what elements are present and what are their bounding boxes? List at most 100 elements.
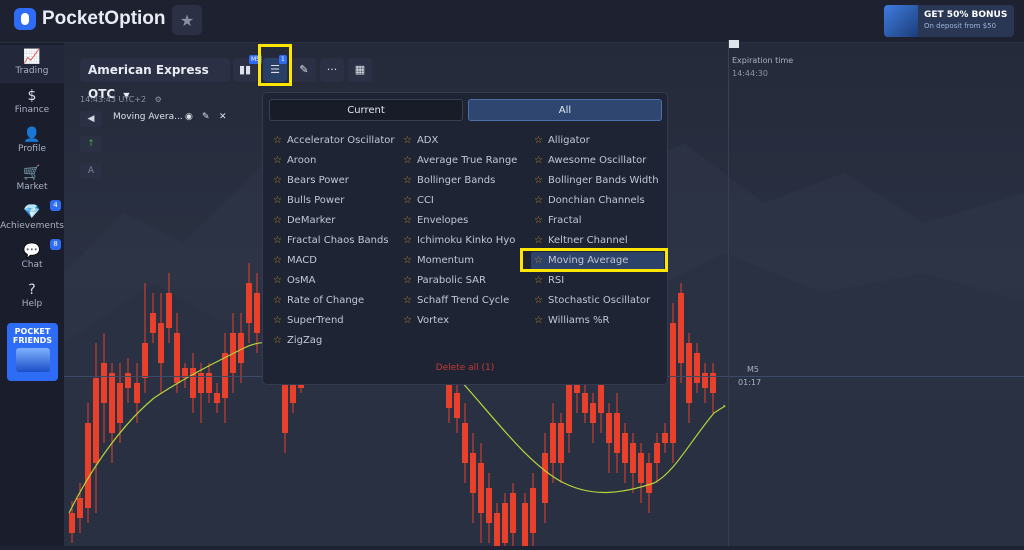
indicator-label: Fractal Chaos Bands	[286, 235, 389, 246]
indicator-item[interactable]: ☆ Bollinger Bands Width	[534, 172, 659, 190]
star-icon[interactable]: ☆	[534, 275, 543, 286]
layout-grid-button[interactable]: ▦	[348, 58, 372, 82]
indicator-item[interactable]: ☆ Fractal	[534, 212, 582, 230]
sidebar-item-market[interactable]: 🛒 Market	[0, 164, 64, 192]
asset-selector[interactable]: American Express OTC ▼	[80, 58, 230, 101]
sidebar-item-help[interactable]: ? Help	[0, 281, 64, 309]
star-icon[interactable]: ☆	[273, 235, 282, 246]
indicator-item[interactable]: ☆ ZigZag	[273, 332, 322, 350]
indicator-item[interactable]: ☆ OsMA	[273, 272, 316, 290]
star-icon[interactable]: ☆	[403, 135, 412, 146]
sidebar-item-finance[interactable]: $ Finance	[0, 87, 64, 115]
star-icon[interactable]: ☆	[403, 155, 412, 166]
star-icon[interactable]: ☆	[403, 255, 412, 266]
indicator-item[interactable]: ☆ Parabolic SAR	[403, 272, 486, 290]
star-icon[interactable]: ☆	[273, 215, 282, 226]
pencil-icon[interactable]: ✎	[202, 112, 210, 122]
drawing-tools-button[interactable]: ✎	[292, 58, 316, 82]
indicator-item[interactable]: ☆ Average True Range	[403, 152, 517, 170]
gear-icon[interactable]: ⚙	[155, 95, 162, 104]
star-icon[interactable]: ☆	[534, 315, 543, 326]
star-icon[interactable]: ☆	[403, 315, 412, 326]
candle-body	[654, 443, 660, 463]
indicator-item[interactable]: ☆ Schaff Trend Cycle	[403, 292, 509, 310]
indicator-item[interactable]: ☆ ADX	[403, 132, 438, 150]
indicator-item[interactable]: ☆ Accelerator Oscillator	[273, 132, 394, 150]
indicator-item[interactable]: ☆ Aroon	[273, 152, 316, 170]
text-tool-button[interactable]: A	[80, 163, 102, 179]
sidebar-item-label: Finance	[14, 105, 50, 115]
star-icon[interactable]: ☆	[534, 135, 543, 146]
star-icon[interactable]: ☆	[403, 215, 412, 226]
candle-body	[614, 413, 620, 453]
star-icon[interactable]: ☆	[273, 275, 282, 286]
star-icon[interactable]: ☆	[273, 155, 282, 166]
indicator-item[interactable]: ☆ CCI	[403, 192, 434, 210]
star-icon[interactable]: ☆	[534, 235, 543, 246]
indicator-item[interactable]: ☆ Vortex	[403, 312, 449, 330]
indicator-label: Average True Range	[416, 155, 518, 166]
bonus-promo-banner[interactable]: GET 50% BONUS On deposit from $50	[884, 5, 1014, 37]
tab-current[interactable]: Current	[269, 99, 463, 121]
sidebar-item-profile[interactable]: 👤 Profile	[0, 126, 64, 154]
indicator-item[interactable]: ☆ Ichimoku Kinko Hyo	[403, 232, 515, 250]
eye-icon[interactable]: ◉	[185, 112, 193, 122]
indicator-item[interactable]: ☆ Stochastic Oscillator	[534, 292, 650, 310]
star-icon[interactable]: ☆	[273, 195, 282, 206]
indicator-item[interactable]: ☆ Alligator	[534, 132, 590, 150]
collapse-button[interactable]: ◀	[80, 111, 102, 127]
star-icon[interactable]: ☆	[273, 335, 282, 346]
sidebar-item-label: Profile	[18, 144, 46, 154]
star-icon[interactable]: ☆	[273, 135, 282, 146]
candle-body	[85, 423, 91, 508]
star-icon[interactable]: ☆	[273, 315, 282, 326]
sidebar-item-label: Trading	[15, 66, 49, 76]
candle-body	[622, 433, 628, 463]
indicator-item[interactable]: ☆ DeMarker	[273, 212, 335, 230]
star-icon[interactable]: ☆	[534, 155, 543, 166]
star-icon[interactable]: ☆	[534, 175, 543, 186]
achievements-badge: 4	[50, 200, 61, 211]
star-icon[interactable]: ☆	[534, 295, 543, 306]
star-icon[interactable]: ☆	[403, 275, 412, 286]
sidebar-item-trading[interactable]: 📈 Trading	[0, 45, 64, 83]
close-icon[interactable]: ✕	[219, 112, 227, 122]
pocket-friends-banner[interactable]: POCKET FRIENDS	[7, 323, 58, 381]
indicator-label: Momentum	[416, 255, 474, 266]
brand-logo[interactable]: PocketOption	[14, 8, 166, 30]
indicator-item[interactable]: ☆ RSI	[534, 272, 564, 290]
indicator-item[interactable]: ☆ Momentum	[403, 252, 474, 270]
indicator-item[interactable]: ☆ Bears Power	[273, 172, 349, 190]
active-indicator-row: ◀ Moving Avera... ◉ ✎ ✕	[80, 111, 228, 127]
indicator-item[interactable]: ☆ MACD	[273, 252, 317, 270]
more-options-button[interactable]: ···	[320, 58, 344, 82]
indicator-item[interactable]: ☆ Williams %R	[534, 312, 609, 330]
tab-all[interactable]: All	[468, 99, 662, 121]
candle-body	[69, 513, 75, 533]
star-icon[interactable]: ☆	[534, 195, 543, 206]
star-icon[interactable]: ☆	[403, 235, 412, 246]
brush-icon: ✎	[299, 63, 309, 76]
star-icon[interactable]: ☆	[403, 175, 412, 186]
indicator-item[interactable]: ☆ SuperTrend	[273, 312, 344, 330]
star-icon[interactable]: ☆	[273, 295, 282, 306]
indicator-item[interactable]: ☆ Bulls Power	[273, 192, 344, 210]
star-icon[interactable]: ☆	[403, 295, 412, 306]
indicator-label: Donchian Channels	[547, 195, 645, 206]
buy-arrow-button[interactable]: ↑	[80, 136, 102, 152]
indicator-item[interactable]: ☆ Fractal Chaos Bands	[273, 232, 389, 250]
server-time: 14:43:43 UTC+2 ⚙	[80, 95, 162, 104]
favorites-button[interactable]: ★	[172, 5, 202, 35]
indicator-item[interactable]: ☆ Envelopes	[403, 212, 468, 230]
star-icon[interactable]: ☆	[534, 215, 543, 226]
star-icon[interactable]: ☆	[403, 195, 412, 206]
star-icon[interactable]: ☆	[273, 175, 282, 186]
star-icon[interactable]: ☆	[273, 255, 282, 266]
indicator-item[interactable]: ☆ Awesome Oscillator	[534, 152, 646, 170]
indicator-item[interactable]: ☆ Donchian Channels	[534, 192, 645, 210]
arrow-up-icon: ↑	[87, 139, 95, 149]
indicator-item[interactable]: ☆ Bollinger Bands	[403, 172, 495, 190]
expiration-flag-icon[interactable]	[729, 40, 739, 48]
indicator-item[interactable]: ☆ Rate of Change	[273, 292, 364, 310]
delete-all-button[interactable]: Delete all (1)	[263, 363, 667, 373]
